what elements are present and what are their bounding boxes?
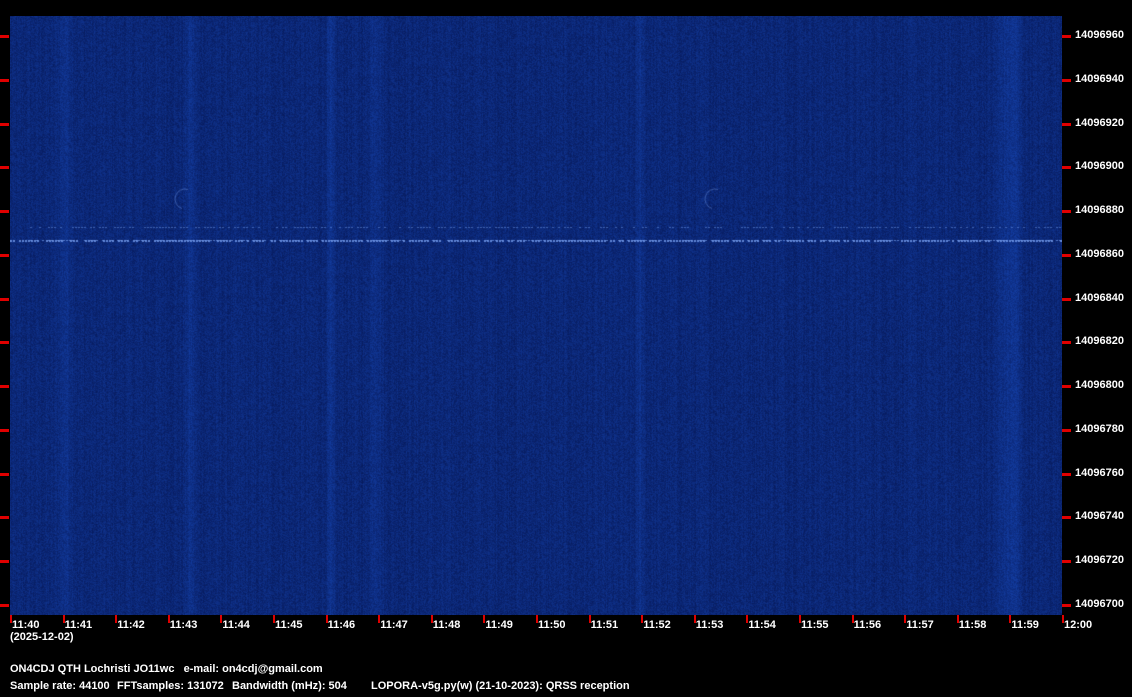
frequency-tick-right: [1062, 210, 1071, 214]
frequency-tick-left: [0, 341, 9, 345]
frequency-tick-left: [0, 516, 9, 520]
frequency-tick-right: [1062, 604, 1071, 607]
time-label: 11:45: [275, 619, 303, 631]
frequency-tick-right: [1062, 297, 1071, 301]
time-label: 11:49: [485, 619, 513, 631]
time-label: 11:51: [590, 619, 619, 631]
frequency-label: 14096780: [1075, 422, 1124, 435]
frequency-label: 14096760: [1075, 466, 1124, 479]
frequency-tick-right: [1062, 516, 1071, 520]
frequency-label: 14096940: [1075, 72, 1124, 85]
time-label: 11:44: [222, 619, 250, 631]
frequency-label: 14096700: [1075, 598, 1124, 610]
frequency-tick-left: [0, 472, 9, 476]
bandwidth: Bandwidth (mHz): 504: [232, 680, 347, 692]
frequency-tick-left: [0, 210, 9, 214]
frequency-label: 14096840: [1075, 291, 1124, 304]
frequency-tick-left: [0, 78, 9, 82]
frequency-label: 14096800: [1075, 379, 1124, 392]
frequency-tick-left: [0, 122, 9, 126]
frequency-tick-right: [1062, 253, 1071, 257]
frequency-label: 14096860: [1075, 247, 1124, 260]
frequency-label: 14096820: [1075, 335, 1124, 348]
time-label: 11:52: [643, 619, 671, 631]
frequency-tick-left: [0, 166, 9, 170]
frequency-tick-left: [0, 560, 9, 564]
frequency-tick-left: [0, 253, 9, 257]
spectrogram-waterfall: [10, 16, 1062, 615]
frequency-tick-left: [0, 428, 9, 432]
frequency-tick-right: [1062, 122, 1071, 126]
time-label: 12:00: [1064, 619, 1093, 631]
frequency-label: 14096720: [1075, 554, 1124, 567]
time-label: 11:59: [1011, 619, 1039, 631]
frequency-label: 14096960: [1075, 29, 1124, 41]
time-label: 11:54: [748, 619, 776, 631]
time-label: 11:50: [538, 619, 566, 631]
time-label: 11:57: [906, 619, 934, 631]
sample-rate: Sample rate: 44100: [10, 680, 110, 692]
frequency-tick-left: [0, 297, 9, 301]
time-label: 11:58: [958, 619, 987, 631]
frequency-label: 14096920: [1075, 116, 1124, 129]
frequency-tick-right: [1062, 385, 1071, 389]
time-label: 11:48: [432, 619, 461, 631]
frequency-tick-right: [1062, 78, 1071, 82]
frequency-tick-right: [1062, 428, 1071, 432]
time-label: 11:55: [801, 619, 829, 631]
frequency-tick-right: [1062, 166, 1071, 170]
time-label: 11:41: [64, 619, 93, 631]
frequency-label: 14096900: [1075, 160, 1124, 173]
frequency-tick-left: [0, 35, 9, 38]
time-label: 11:47: [380, 619, 408, 631]
time-label: 11:56: [853, 619, 882, 631]
date-label: (2025-12-02): [10, 631, 74, 643]
fft-samples: FFTsamples: 131072: [117, 680, 224, 692]
time-label: 11:53: [695, 619, 724, 631]
frequency-tick-right: [1062, 560, 1071, 564]
time-label: 11:43: [169, 619, 198, 631]
time-label: 11:42: [117, 619, 145, 631]
frequency-tick-right: [1062, 472, 1071, 476]
frequency-label: 14096740: [1075, 510, 1124, 523]
frequency-tick-right: [1062, 341, 1071, 345]
frequency-tick-right: [1062, 35, 1071, 38]
software-info: LOPORA-v5g.py(w) (21-10-2023): QRSS rece…: [371, 680, 630, 692]
time-label: 11:46: [327, 619, 356, 631]
frequency-label: 14096880: [1075, 204, 1124, 217]
time-label: 11:40: [12, 619, 40, 631]
frequency-tick-left: [0, 604, 9, 607]
frequency-tick-left: [0, 385, 9, 389]
station-info: ON4CDJ QTH Lochristi JO11wc e-mail: on4c…: [10, 663, 323, 675]
